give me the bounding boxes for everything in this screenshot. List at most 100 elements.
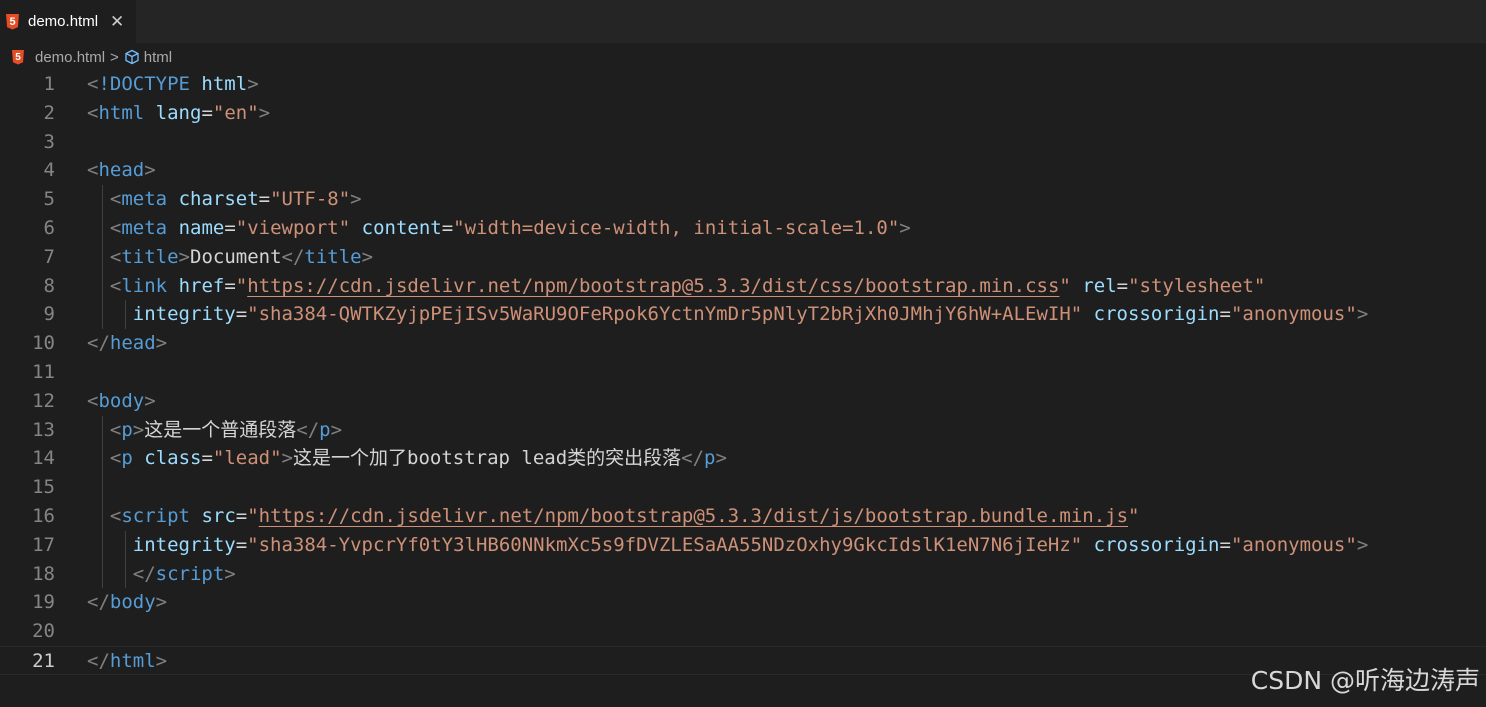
- token-attr: html: [201, 73, 248, 95]
- token-text: =: [441, 216, 454, 239]
- line-number: 17: [32, 533, 55, 556]
- token-str: "stylesheet": [1128, 274, 1266, 297]
- code-line[interactable]: 16 <script src="https://cdn.jsdelivr.net…: [0, 501, 1486, 531]
- token-p: >: [1356, 533, 1369, 556]
- line-number: 20: [32, 620, 55, 643]
- code-line[interactable]: 12 <body>: [0, 387, 1486, 416]
- code-line[interactable]: 17 integrity="sha384-YvpcrYf0tY3lHB60NNk…: [0, 530, 1486, 560]
- token-text: 这是一个普通段落: [144, 418, 297, 441]
- code-line[interactable]: 3: [0, 128, 1486, 157]
- code-text: </script>: [87, 560, 236, 589]
- indent-guide: [102, 473, 103, 502]
- cube-icon: [125, 49, 139, 65]
- code-text: <body>: [87, 387, 156, 416]
- token-text: 这是一个加了bootstrap lead类的突出段落: [293, 447, 682, 470]
- token-tag: head: [109, 332, 156, 355]
- code-text: <link href="https://cdn.jsdelivr.net/npm…: [87, 272, 1265, 301]
- token-str: "anonymous": [1230, 533, 1357, 556]
- tab-demo-html[interactable]: 5 demo.html ✕: [0, 0, 136, 43]
- token-tag: script: [155, 562, 225, 585]
- line-number: 6: [43, 216, 55, 239]
- code-text: <meta name="viewport" content="width=dev…: [87, 214, 911, 243]
- token-p: >: [144, 159, 156, 182]
- code-line[interactable]: 18 </script>: [0, 559, 1486, 589]
- code-line[interactable]: 1 <!DOCTYPE html>: [0, 70, 1486, 99]
- token-p: </: [296, 418, 320, 441]
- watermark: CSDN @听海边涛声: [1250, 666, 1480, 695]
- token-str: "sha384-QWTKZyjpPEjISv5WaRU9OFeRpok6Yctn…: [247, 303, 1083, 326]
- token-p: <: [109, 245, 122, 268]
- code-line[interactable]: 6 <meta name="viewport" content="width=d…: [0, 213, 1486, 243]
- token-p: </: [681, 447, 705, 470]
- token-text: =: [224, 216, 236, 239]
- token-p: <: [87, 159, 99, 182]
- token-tag: script: [121, 504, 190, 527]
- close-icon[interactable]: ✕: [110, 12, 124, 32]
- token-text: =: [1219, 303, 1231, 326]
- token-p: <: [109, 188, 122, 211]
- token-tag: meta: [121, 188, 168, 211]
- token-attr: integrity: [132, 533, 236, 556]
- code-line[interactable]: 8 <link href="https://cdn.jsdelivr.net/n…: [0, 271, 1486, 301]
- code-line[interactable]: 2 <html lang="en">: [0, 99, 1486, 128]
- token-p: </: [87, 591, 110, 614]
- breadcrumb-file[interactable]: demo.html: [35, 49, 105, 66]
- code-text: </body>: [87, 588, 167, 617]
- token-p: </: [87, 332, 110, 355]
- code-line[interactable]: 15: [0, 473, 1486, 502]
- code-line[interactable]: 13 <p>这是一个普通段落</p>: [0, 415, 1486, 445]
- html5-icon: 5: [12, 49, 24, 65]
- token-p: >: [899, 216, 911, 239]
- token-attr: crossorigin: [1093, 303, 1220, 326]
- code-text: <meta charset="UTF-8">: [87, 185, 362, 214]
- token-p: >: [361, 245, 374, 268]
- token-p: >: [330, 418, 343, 441]
- code-line[interactable]: 10 </head>: [0, 329, 1486, 358]
- code-line[interactable]: 5 <meta charset="UTF-8">: [0, 185, 1486, 214]
- token-link: https://cdn.jsdelivr.net/npm/bootstrap@5…: [258, 504, 1129, 527]
- breadcrumb-separator: >: [110, 48, 119, 66]
- code-line[interactable]: 14 <p class="lead">这是一个加了bootstrap lead类…: [0, 444, 1486, 474]
- breadcrumb-symbol[interactable]: html: [144, 49, 172, 66]
- token-str: ": [235, 274, 248, 297]
- token-tag: title: [304, 245, 362, 268]
- code-line[interactable]: 9 integrity="sha384-QWTKZyjpPEjISv5WaRU9…: [0, 300, 1486, 330]
- token-p: >: [155, 649, 168, 672]
- token-tag: meta: [121, 216, 168, 239]
- token-str: "anonymous": [1230, 303, 1357, 326]
- token-tag: !DOCTYPE: [98, 73, 190, 95]
- line-number: 11: [32, 360, 55, 383]
- token-attr: integrity: [132, 303, 236, 326]
- token-text: =: [235, 303, 248, 326]
- token-p: <: [87, 389, 99, 412]
- line-number: 14: [32, 447, 55, 470]
- token-text: =: [201, 101, 213, 124]
- code-text: integrity="sha384-YvpcrYf0tY3lHB60NNkmXc…: [87, 531, 1369, 560]
- token-text: =: [235, 504, 248, 527]
- token-tag: html: [109, 649, 156, 672]
- line-number: 3: [43, 130, 55, 153]
- code-text: </head>: [87, 329, 167, 358]
- token-p: </: [281, 245, 305, 268]
- token-attr: class: [144, 447, 202, 470]
- code-line[interactable]: 11: [0, 358, 1486, 387]
- code-line[interactable]: 19 </body>: [0, 588, 1486, 617]
- token-p: >: [1356, 303, 1369, 326]
- code-line[interactable]: 7 <title>Document</title>: [0, 242, 1486, 272]
- token-attr: crossorigin: [1093, 533, 1220, 556]
- token-p: <: [87, 101, 99, 124]
- token-str: "viewport": [235, 216, 351, 239]
- code-text: <html lang="en">: [87, 99, 270, 128]
- code-editor[interactable]: 1 <!DOCTYPE html> 2 <html lang="en"> 3 4 <head…: [0, 70, 1486, 675]
- code-line[interactable]: 4 <head>: [0, 156, 1486, 185]
- code-line[interactable]: 20: [0, 617, 1486, 646]
- token-tag: p: [704, 447, 716, 470]
